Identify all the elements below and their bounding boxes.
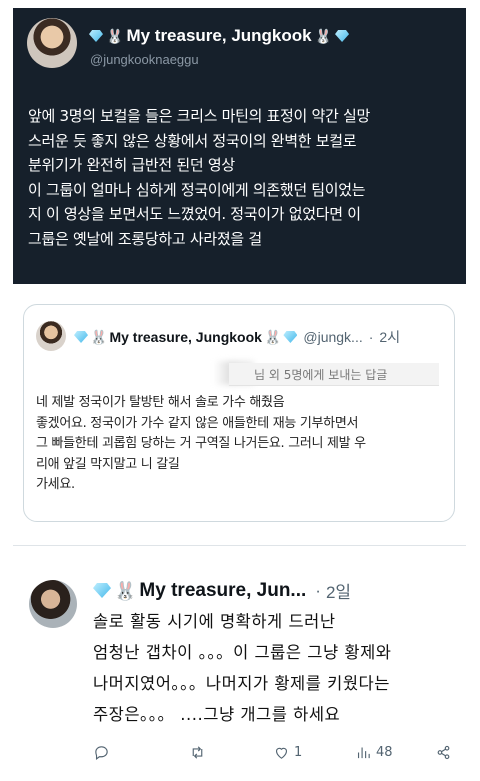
post-time[interactable]: 2시 (379, 327, 400, 347)
author-name: My treasure, Jungkook (126, 26, 312, 45)
author-name: My treasure, Jungkook (109, 329, 262, 345)
heart-icon (275, 747, 288, 759)
share-icon (437, 745, 450, 760)
quoted-reply-card[interactable]: 🐰 My treasure, Jungkook 🐰 @jungk... · 2시… (23, 304, 455, 522)
reply-icon (95, 746, 108, 761)
post-line: 이 그룹이 얼마나 심하게 정국이에게 의존했던 팀이었는 (28, 180, 366, 199)
tweet-body: 솔로 활동 시기에 명확하게 드러난 엄청난 갭차이 。。。이 그룹은 그냥 황… (93, 606, 463, 730)
views-button[interactable]: 48 (355, 744, 393, 761)
diamond-icon (89, 30, 103, 42)
bunny-icon: 🐰 (90, 329, 108, 345)
author-name-row[interactable]: 🐰 My treasure, Jungkook 🐰 (89, 26, 350, 46)
post-line: 그룹은 옛날에 조롱당하고 사라졌을 걸 (28, 229, 262, 248)
dark-post-card[interactable]: 🐰 My treasure, Jungkook 🐰 @jungkooknaegg… (13, 8, 466, 284)
author-handle[interactable]: @jungk... (303, 329, 362, 345)
post-line: 네 제발 정국이가 탈방탄 해서 솔로 가수 해줬음 (36, 395, 285, 410)
dot-separator: · (368, 329, 374, 345)
post-line: 리애 앞길 막지말고 니 갈길 (36, 456, 180, 472)
post-line: 분위기가 완전히 급반전 된던 영상 (28, 156, 235, 174)
post-line: 가세요. (36, 477, 75, 492)
share-button[interactable] (435, 744, 452, 761)
reply-button[interactable] (93, 744, 114, 761)
like-count: 1 (294, 745, 303, 760)
diamond-icon (335, 30, 350, 42)
views-icon (357, 747, 370, 759)
bunny-icon: 🐰 (314, 28, 333, 44)
tweet-actions: 1 48 (93, 744, 453, 766)
author-avatar[interactable] (36, 321, 66, 351)
post-line: 그 빠들한테 괴롭힘 당하는 거 구역질 나거든요. 그러니 제발 우 (36, 436, 366, 451)
retweet-icon (192, 746, 203, 759)
bottom-tweet[interactable]: 🐰 My treasure, Jun... · 2일 솔로 활동 시기에 명확하… (13, 545, 466, 776)
post-line: 좋겠어요. 정국이가 가수 같지 않은 애들한테 재능 기부하면서 (36, 415, 359, 431)
author-name-row[interactable]: 🐰 My treasure, Jungkook 🐰 @jungk... · 2시 (74, 327, 400, 347)
reply-context-text: 님 외 5명에게 보내는 답글 (254, 368, 388, 382)
diamond-icon (74, 331, 88, 343)
diamond-icon (93, 583, 111, 598)
tweet-line: 엄청난 갭차이 。。。이 그룹은 그냥 황제와 (93, 643, 392, 662)
dot-separator: · (315, 580, 321, 600)
retweet-button[interactable] (189, 744, 210, 761)
author-name-row[interactable]: 🐰 My treasure, Jun... · 2일 (93, 578, 351, 603)
diamond-icon (283, 331, 298, 343)
views-count: 48 (376, 745, 393, 760)
post-line: 앞에 3명의 보컬을 들은 크리스 마틴의 표정이 약간 실망 (28, 107, 370, 125)
like-button[interactable]: 1 (273, 744, 302, 761)
tweet-line: 솔로 활동 시기에 명확하게 드러난 (93, 612, 336, 631)
quoted-post-body: 네 제발 정국이가 탈방탄 해서 솔로 가수 해줬음 좋겠어요. 정국이가 가수… (36, 393, 448, 496)
post-line: 스러운 듯 좋지 않은 상황에서 정국이의 완벽한 보컬로 (28, 131, 357, 150)
author-avatar[interactable] (29, 580, 77, 628)
author-handle[interactable]: @jungkooknaeggu (90, 52, 199, 67)
author-avatar[interactable] (27, 18, 77, 68)
bunny-icon: 🐰 (263, 329, 282, 345)
bunny-icon: 🐰 (106, 28, 124, 44)
post-line: 지 이 영상을 보면서도 느꼈었어. 정국이가 없었다면 이 (28, 205, 361, 223)
post-time[interactable]: 2일 (326, 578, 351, 603)
author-name: My treasure, Jun... (139, 579, 307, 601)
post-body: 앞에 3명의 보컬을 들은 크리스 마틴의 표정이 약간 실망 스러운 듯 좋지… (28, 104, 458, 251)
tweet-line: 주장은。。。 ....그냥 개그를 하세요 (93, 705, 341, 724)
tweet-line: 나머지였어。。。나머지가 황제를 키웠다는 (93, 674, 390, 693)
bunny-icon: 🐰 (114, 580, 137, 601)
reply-context: 님 외 5명에게 보내는 답글 (229, 363, 439, 386)
